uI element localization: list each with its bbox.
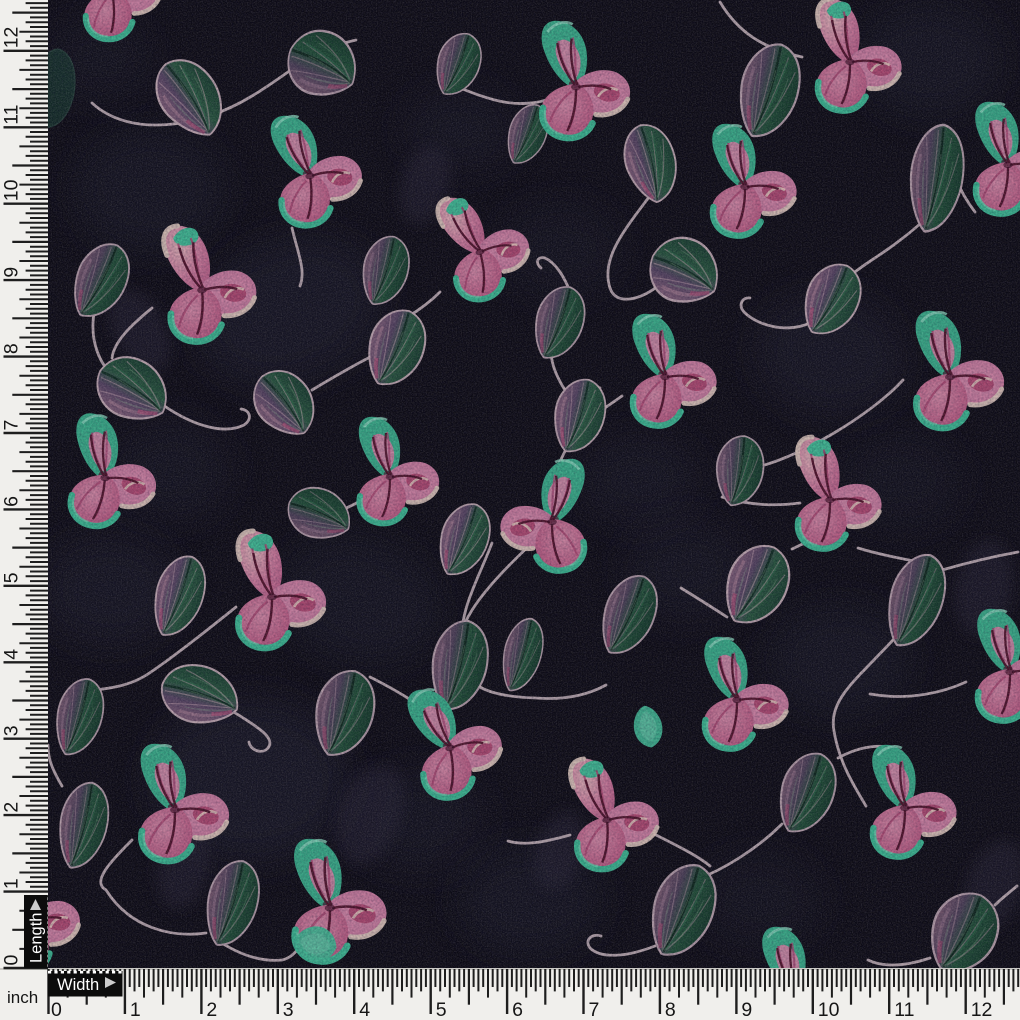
- svg-text:7: 7: [1, 420, 23, 431]
- svg-text:6: 6: [1, 496, 23, 507]
- svg-text:4: 4: [1, 649, 23, 660]
- svg-text:11: 11: [894, 999, 914, 1020]
- svg-text:1: 1: [1, 878, 23, 889]
- svg-text:2: 2: [1, 802, 23, 813]
- svg-text:7: 7: [589, 999, 600, 1020]
- svg-text:inch: inch: [7, 988, 38, 1007]
- svg-text:1: 1: [130, 999, 141, 1020]
- svg-text:6: 6: [512, 999, 523, 1020]
- svg-text:2: 2: [206, 999, 217, 1020]
- svg-text:4: 4: [359, 999, 370, 1020]
- svg-text:11: 11: [1, 105, 23, 125]
- svg-text:Width: Width: [57, 976, 99, 994]
- svg-text:3: 3: [1, 725, 23, 736]
- svg-text:8: 8: [1, 343, 23, 354]
- svg-text:3: 3: [283, 999, 294, 1020]
- svg-text:Length: Length: [28, 913, 46, 963]
- svg-text:12: 12: [1, 27, 23, 49]
- svg-text:12: 12: [971, 999, 993, 1020]
- svg-text:9: 9: [741, 999, 752, 1020]
- svg-text:10: 10: [818, 999, 840, 1020]
- svg-text:8: 8: [665, 999, 676, 1020]
- svg-text:0: 0: [1, 955, 23, 966]
- svg-text:5: 5: [436, 999, 447, 1020]
- svg-text:10: 10: [1, 179, 23, 201]
- svg-text:5: 5: [1, 572, 23, 583]
- svg-text:0: 0: [51, 999, 62, 1020]
- svg-text:9: 9: [1, 267, 23, 278]
